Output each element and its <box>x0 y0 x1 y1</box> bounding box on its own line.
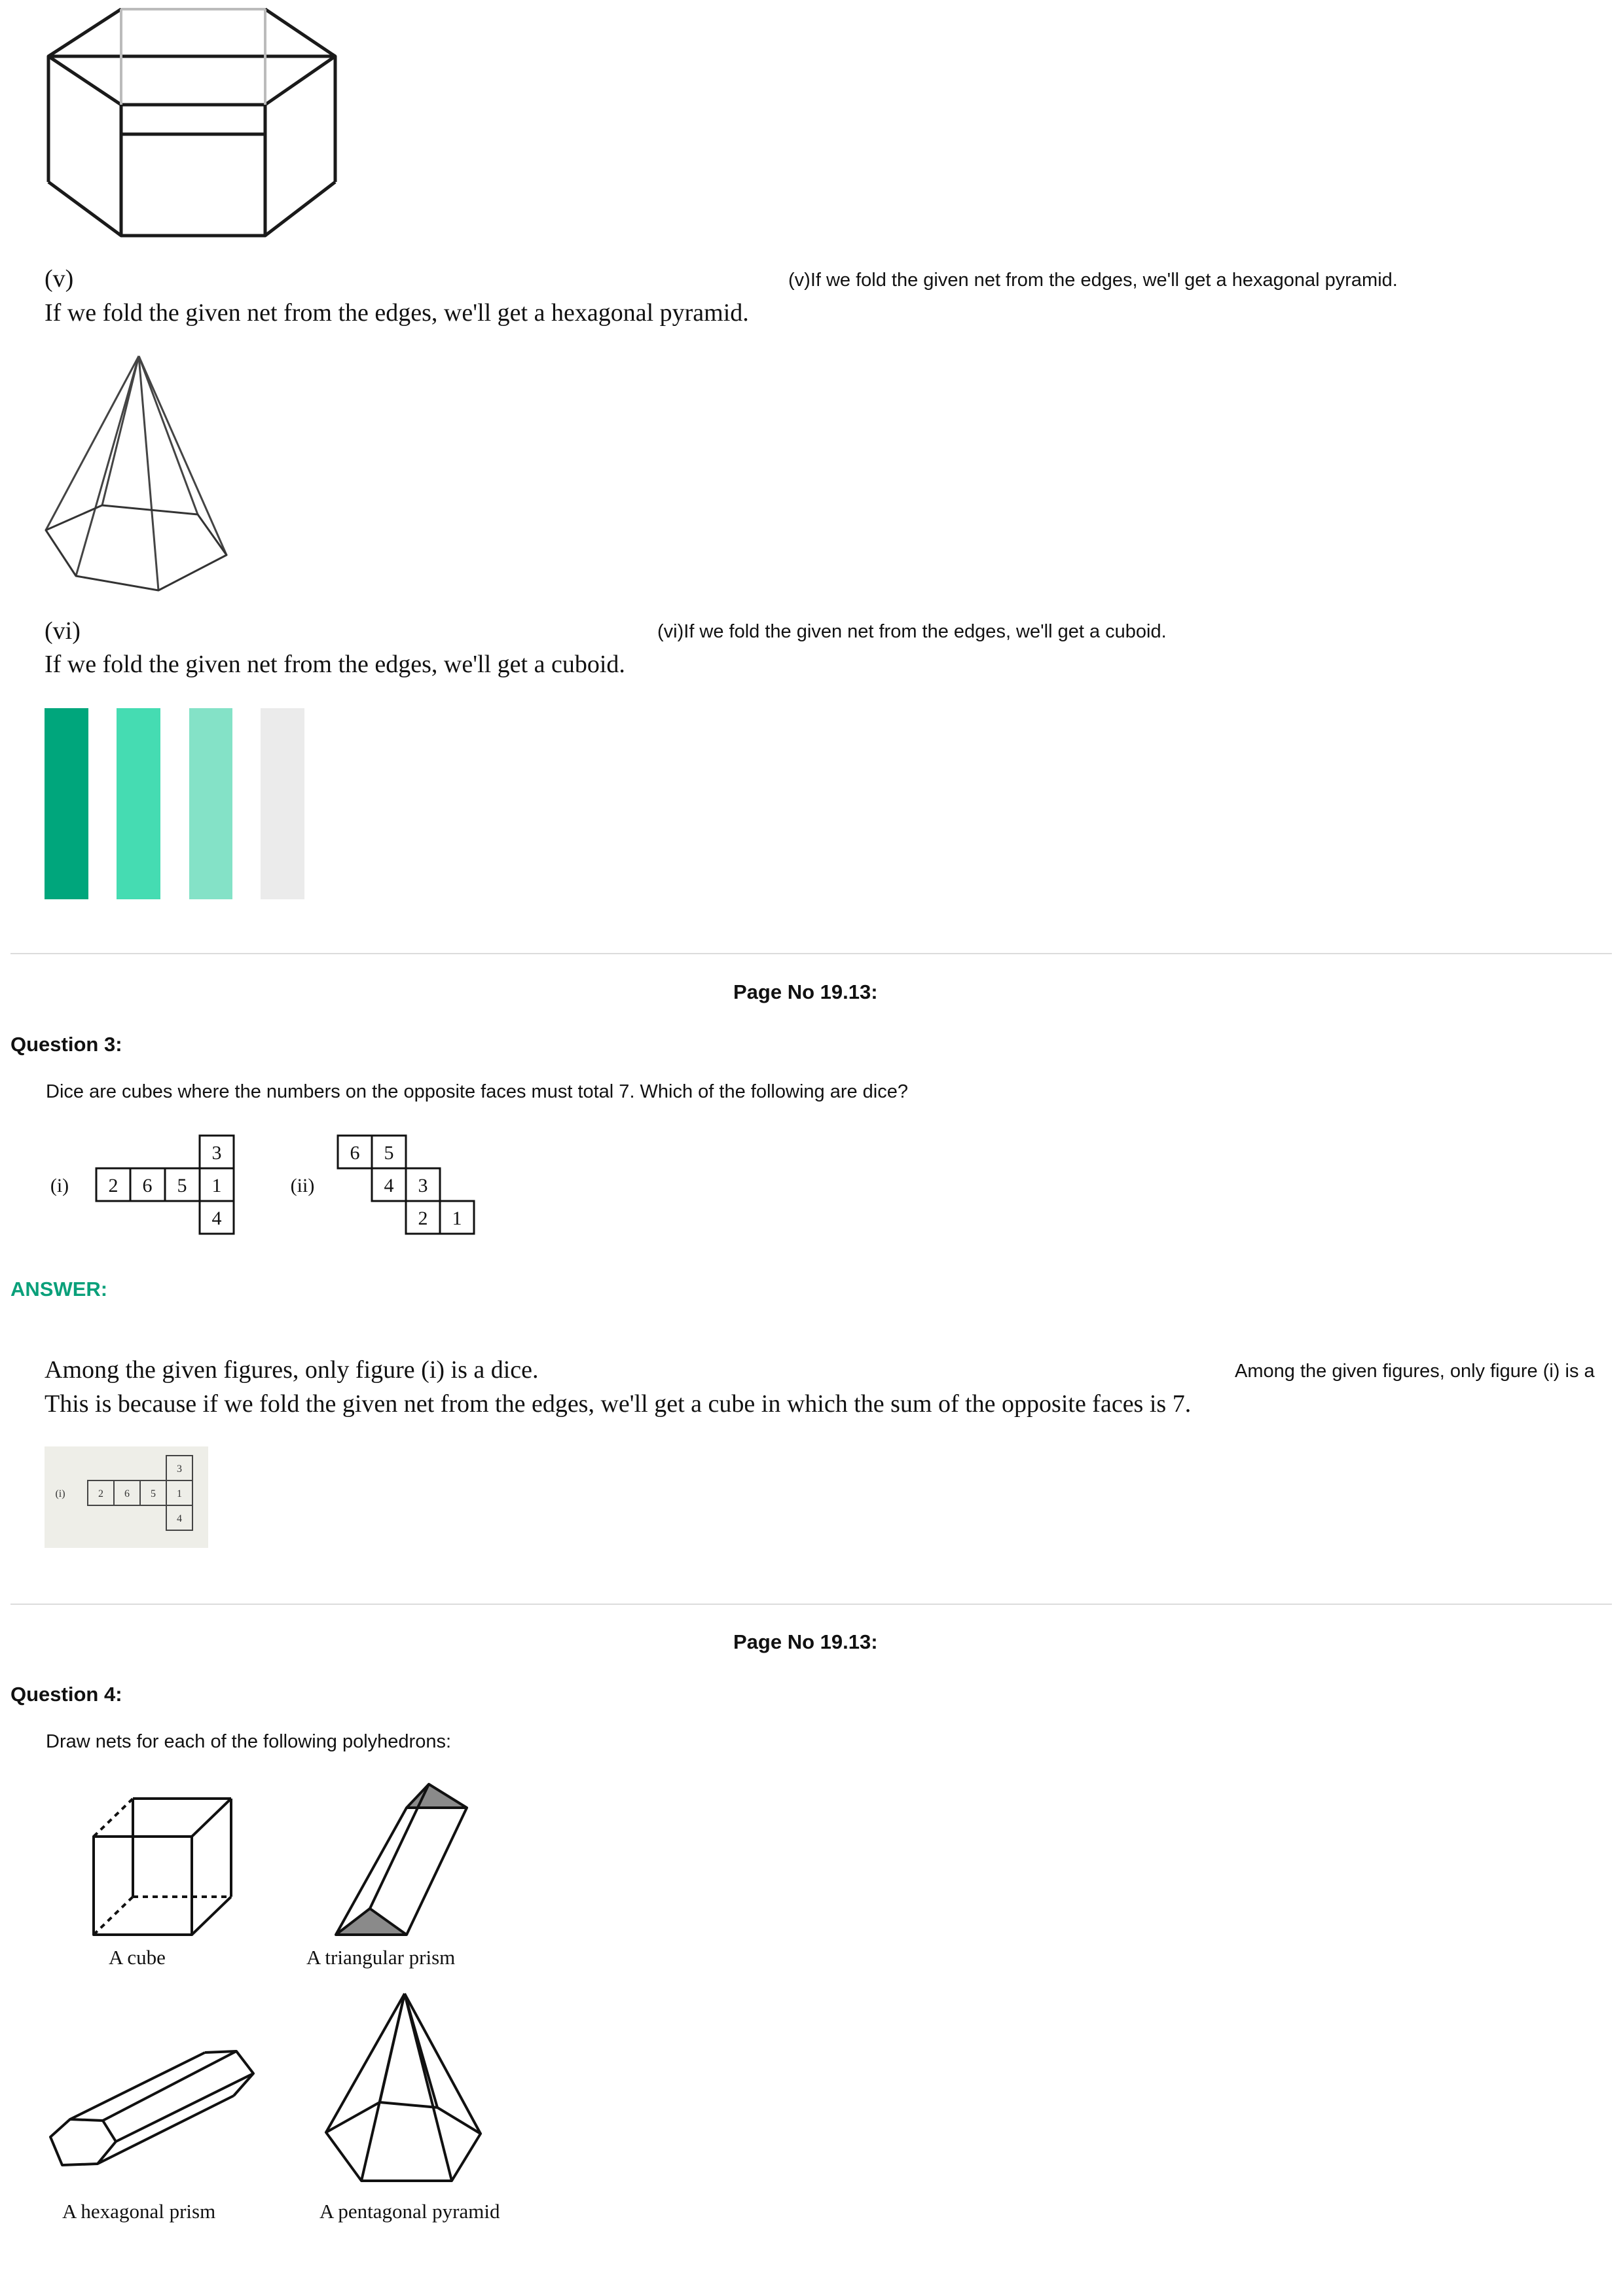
answer-alt-text: Among the given figures, only figure (i)… <box>1235 1361 1595 1382</box>
question-title: Question 3: <box>10 1033 122 1056</box>
cube-figure <box>92 1797 232 1936</box>
caption-hexagonal-prism: A hexagonal prism <box>62 2200 216 2223</box>
thumb-cell: 1 <box>177 1488 182 1499</box>
caption-pentagonal-pyramid: A pentagonal pyramid <box>319 2200 500 2223</box>
thumb-cell: 3 <box>177 1463 182 1475</box>
caption-triangular-prism: A triangular prism <box>306 1946 456 1969</box>
thumb-cell: 5 <box>151 1488 156 1499</box>
thumb-cell: 6 <box>124 1488 130 1499</box>
thumb-label: (i) <box>55 1488 65 1499</box>
color-bar-1 <box>45 708 88 899</box>
question-title: Question 4: <box>10 1683 122 1706</box>
caption-cube: A cube <box>109 1946 166 1969</box>
divider <box>10 953 1612 954</box>
fig-ii-cell: 3 <box>418 1175 428 1196</box>
page-number: Page No 19.13: <box>733 1630 878 1653</box>
fig-ii-cell: 4 <box>384 1175 394 1196</box>
fig-i-cell: 5 <box>177 1175 187 1196</box>
fig-i-cell: 6 <box>143 1175 153 1196</box>
color-bar-3 <box>189 708 232 899</box>
dice-nets-figure: (i) 3 2 6 5 1 4 (ii) 6 5 4 3 2 1 <box>50 1134 475 1235</box>
thumb-cell: 2 <box>98 1488 103 1499</box>
fig-i-cell: 1 <box>212 1175 222 1196</box>
part-vi-alt-text: (vi)If we fold the given net from the ed… <box>657 621 1167 642</box>
fig-ii-cell: 1 <box>452 1208 462 1229</box>
answer-label: ANSWER: <box>10 1278 108 1300</box>
question-prompt: Draw nets for each of the following poly… <box>46 1731 452 1752</box>
answer-line-2: This is because if we fold the given net… <box>45 1390 1192 1418</box>
thumb-cell: 4 <box>177 1513 182 1524</box>
part-vi-label: (vi) <box>45 617 81 645</box>
answer-line-1: Among the given figures, only figure (i)… <box>45 1356 539 1384</box>
part-v-label: (v) <box>45 265 74 293</box>
answer-net-thumbnail: (i) 3 2 6 5 1 4 <box>45 1446 208 1548</box>
part-v-alt-text: (v)If we fold the given net from the edg… <box>788 270 1398 291</box>
fig-i-bottom: 4 <box>212 1208 222 1229</box>
fig-i-top: 3 <box>212 1142 222 1164</box>
pentagonal-pyramid-figure <box>325 1993 482 2182</box>
part-vi-text: If we fold the given net from the edges,… <box>45 651 625 678</box>
hexagonal-pyramid-figure <box>45 355 228 592</box>
color-bar-2 <box>117 708 160 899</box>
fig-ii-cell: 6 <box>350 1142 360 1164</box>
question-prompt: Dice are cubes where the numbers on the … <box>46 1081 908 1102</box>
fig-ii-cell: 5 <box>384 1142 394 1164</box>
part-v-text: If we fold the given net from the edges,… <box>45 299 749 327</box>
hexagonal-prism-figure <box>49 2050 255 2166</box>
page-number: Page No 19.13: <box>733 980 878 1003</box>
fig-ii-cell: 2 <box>418 1208 428 1229</box>
fig-i-cell: 2 <box>109 1175 119 1196</box>
color-bar-4 <box>261 708 304 899</box>
fig-i-label: (i) <box>50 1175 69 1196</box>
fig-ii-label: (ii) <box>291 1175 315 1196</box>
triangular-prism-figure <box>335 1783 468 1936</box>
divider <box>10 1604 1612 1605</box>
hexagonal-prism-figure <box>46 7 337 238</box>
